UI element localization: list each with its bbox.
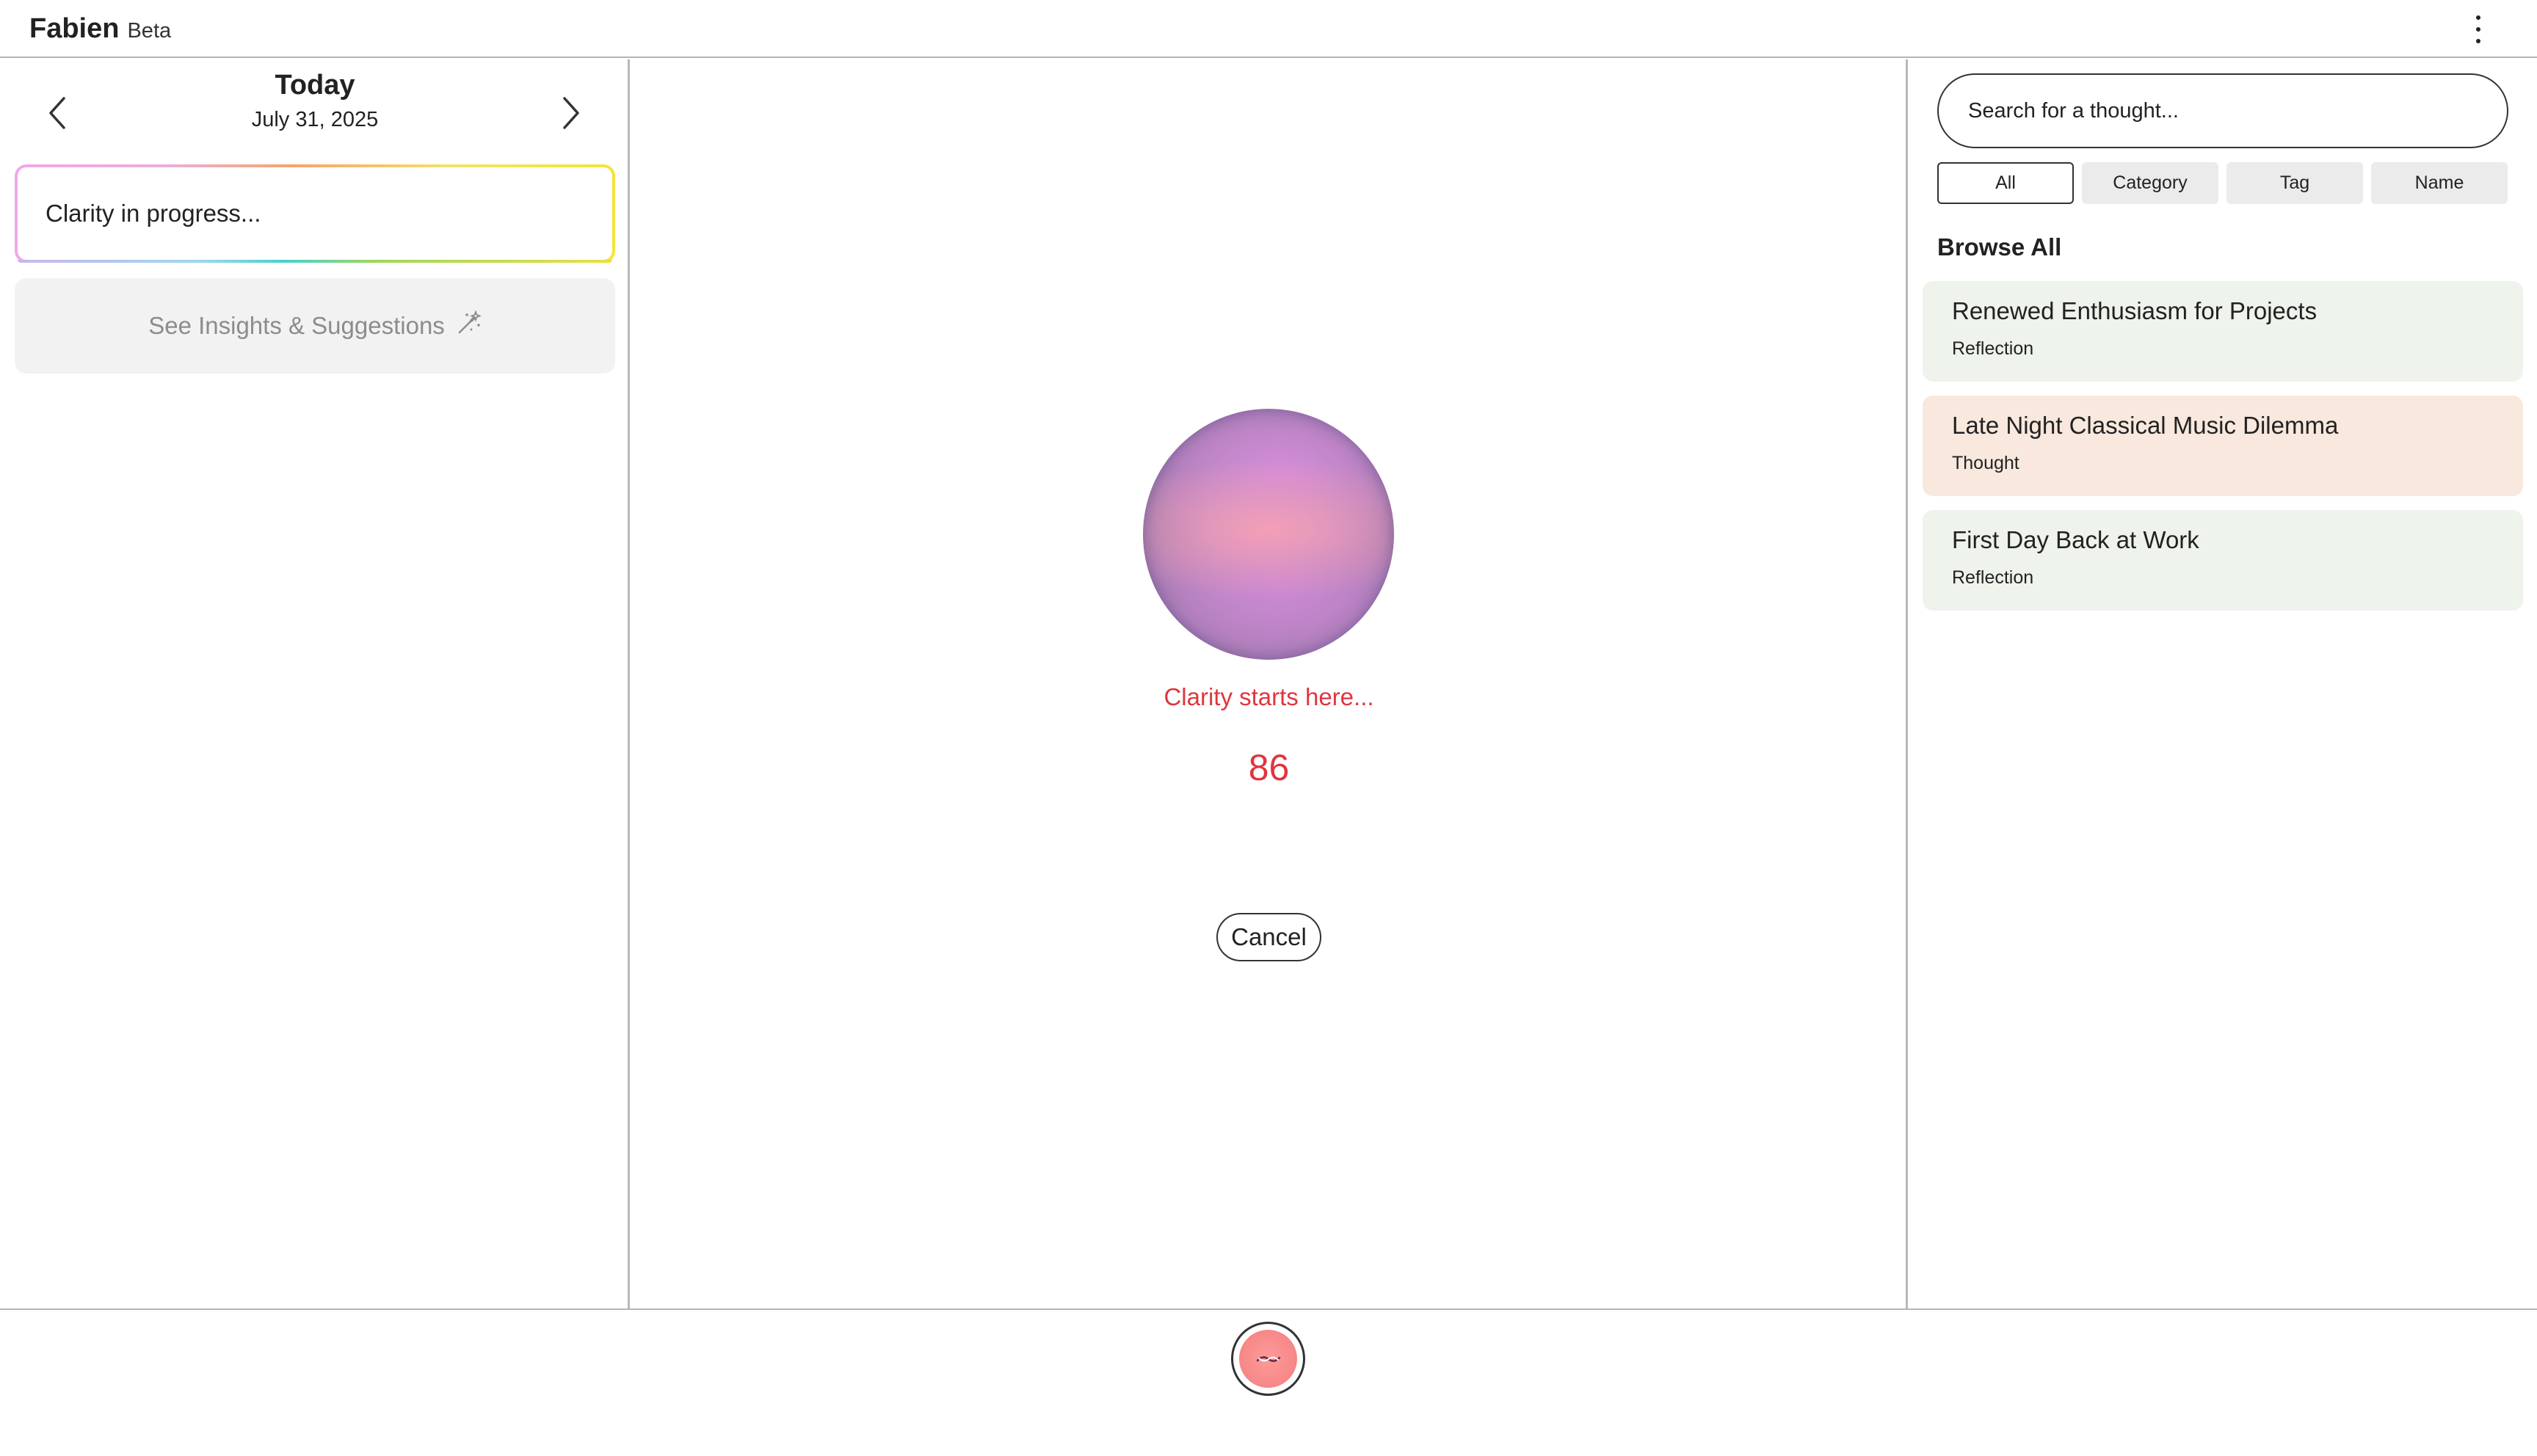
main-canvas: Clarity starts here... 86 Cancel bbox=[632, 59, 1906, 1308]
filter-tab-all[interactable]: All bbox=[1937, 162, 2074, 204]
footer-bar bbox=[0, 1308, 2537, 1456]
magic-wand-icon bbox=[457, 310, 482, 341]
clarity-orb bbox=[1143, 409, 1394, 660]
day-date: July 31, 2025 bbox=[251, 108, 379, 131]
filter-tab-name[interactable]: Name bbox=[2371, 162, 2508, 204]
brand: Fabien Beta bbox=[29, 13, 171, 45]
thought-category: Reflection bbox=[1952, 338, 2034, 359]
search-input[interactable] bbox=[1937, 73, 2508, 148]
filter-tab-category[interactable]: Category bbox=[2082, 162, 2218, 204]
thought-card[interactable]: First Day Back at Work Reflection bbox=[1923, 510, 2523, 611]
thought-category: Reflection bbox=[1952, 567, 2034, 588]
more-vertical-icon[interactable] bbox=[2464, 10, 2493, 48]
thought-category: Thought bbox=[1952, 453, 2019, 473]
thought-title: First Day Back at Work bbox=[1952, 526, 2199, 553]
app-header: Fabien Beta bbox=[0, 0, 2537, 58]
entry-status-text: Clarity in progress... bbox=[18, 167, 612, 260]
clarity-counter: 86 bbox=[1248, 747, 1290, 788]
beta-badge: Beta bbox=[127, 19, 172, 43]
browse-heading: Browse All bbox=[1937, 233, 2062, 261]
journal-panel: Today July 31, 2025 Clarity in progress.… bbox=[0, 59, 630, 1308]
thought-title: Renewed Enthusiasm for Projects bbox=[1952, 297, 2318, 324]
thought-card[interactable]: Late Night Classical Music Dilemma Thoug… bbox=[1923, 396, 2523, 496]
filter-tab-tag[interactable]: Tag bbox=[2226, 162, 2363, 204]
cancel-button[interactable]: Cancel bbox=[1216, 913, 1321, 961]
day-title: Today bbox=[275, 70, 355, 101]
browse-panel: All Category Tag Name Browse All Renewed… bbox=[1906, 59, 2537, 1308]
insights-label: See Insights & Suggestions bbox=[148, 312, 445, 339]
insights-button[interactable]: See Insights & Suggestions bbox=[15, 278, 615, 374]
chevron-right-icon[interactable] bbox=[549, 87, 593, 139]
thought-card[interactable]: Renewed Enthusiasm for Projects Reflecti… bbox=[1923, 281, 2523, 382]
app-name: Fabien bbox=[29, 13, 120, 44]
record-orb-icon bbox=[1239, 1330, 1297, 1388]
entry-box[interactable]: Clarity in progress... bbox=[15, 164, 615, 263]
record-button[interactable] bbox=[1231, 1322, 1305, 1396]
thought-title: Late Night Classical Music Dilemma bbox=[1952, 412, 2339, 439]
clarity-status-text: Clarity starts here... bbox=[1164, 683, 1374, 710]
